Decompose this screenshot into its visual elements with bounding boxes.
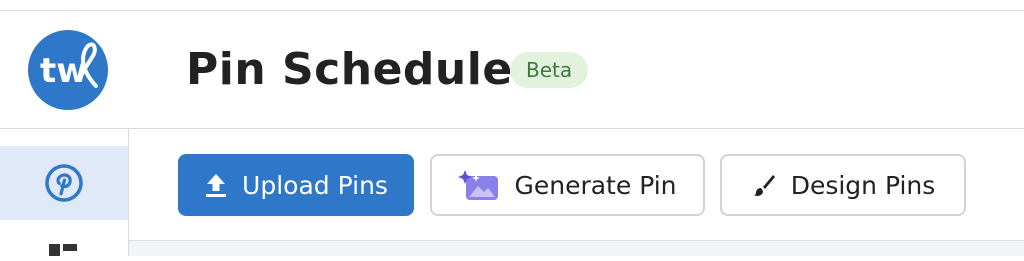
upload-icon bbox=[204, 172, 228, 198]
top-divider bbox=[0, 10, 1024, 11]
design-pins-button[interactable]: Design Pins bbox=[720, 154, 966, 216]
sidebar-item-pinterest[interactable] bbox=[0, 146, 128, 220]
content-area bbox=[129, 240, 1024, 256]
sidebar-item-dashboard[interactable] bbox=[48, 240, 80, 256]
pinterest-icon bbox=[45, 164, 83, 202]
app-logo[interactable]: tw bbox=[28, 30, 108, 110]
header-divider bbox=[0, 128, 1024, 129]
beta-badge: Beta bbox=[510, 52, 589, 88]
design-pins-label: Design Pins bbox=[790, 170, 936, 200]
ai-image-icon bbox=[458, 168, 500, 202]
grid-icon bbox=[49, 244, 77, 256]
upload-pins-button[interactable]: Upload Pins bbox=[178, 154, 414, 216]
upload-pins-label: Upload Pins bbox=[242, 170, 388, 200]
page-title: Pin Scheduler bbox=[186, 44, 535, 95]
generate-pin-label: Generate Pin bbox=[514, 170, 677, 200]
svg-text:tw: tw bbox=[40, 51, 88, 91]
logo-mark: tw bbox=[40, 42, 98, 91]
generate-pin-button[interactable]: Generate Pin bbox=[430, 154, 705, 216]
sidebar-divider bbox=[128, 129, 129, 256]
brush-icon bbox=[751, 172, 777, 198]
